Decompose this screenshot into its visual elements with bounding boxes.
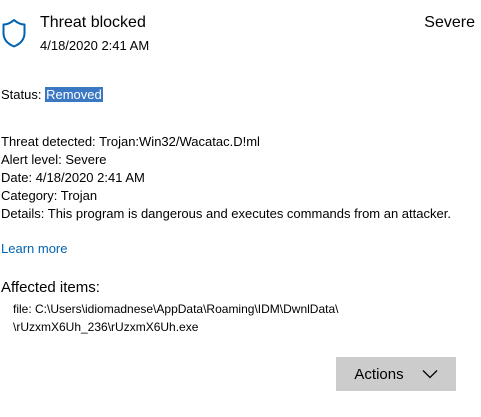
status-value[interactable]: Removed xyxy=(45,87,103,102)
alert-level-value: Severe xyxy=(65,152,107,167)
actions-button[interactable]: Actions xyxy=(336,357,456,391)
details-value: This program is dangerous and executes c… xyxy=(47,206,451,221)
threat-detected-row: Threat detected: Trojan:Win32/Wacatac.D!… xyxy=(1,133,451,151)
date-label: Date: xyxy=(1,170,33,185)
status-label: Status: xyxy=(1,87,42,102)
threat-detected-value: Trojan:Win32/Wacatac.D!ml xyxy=(99,134,260,149)
actions-label: Actions xyxy=(354,365,404,383)
alert-level-label: Alert level: xyxy=(1,152,62,167)
threat-detected-label: Threat detected: xyxy=(1,134,96,149)
details-row: Details: This program is dangerous and e… xyxy=(1,205,451,223)
shield-icon xyxy=(2,18,26,48)
threat-timestamp: 4/18/2020 2:41 AM xyxy=(40,38,150,53)
category-label: Category: xyxy=(1,188,58,203)
status-row: Status: Removed xyxy=(1,86,103,103)
details-label: Details: xyxy=(1,206,45,221)
affected-items-title: Affected items: xyxy=(1,279,100,296)
chevron-down-icon xyxy=(422,366,438,383)
threat-detail-panel: Threat blocked Severe 4/18/2020 2:41 AM … xyxy=(0,0,481,417)
affected-item-path-line2: \rUzxmX6Uh_236\rUzxmX6Uh.exe xyxy=(13,320,199,334)
affected-items-list: file: C:\Users\idiomadnese\AppData\Roami… xyxy=(13,300,449,340)
severity-label: Severe xyxy=(424,14,475,31)
learn-more-link[interactable]: Learn more xyxy=(1,240,67,258)
date-value: 4/18/2020 2:41 AM xyxy=(35,170,145,185)
affected-item-path-line1: file: C:\Users\idiomadnese\AppData\Roami… xyxy=(13,302,339,316)
category-row: Category: Trojan xyxy=(1,187,451,205)
alert-level-row: Alert level: Severe xyxy=(1,151,451,169)
category-value: Trojan xyxy=(60,188,98,203)
threat-details: Threat detected: Trojan:Win32/Wacatac.D!… xyxy=(1,133,451,223)
date-row: Date: 4/18/2020 2:41 AM xyxy=(1,169,451,187)
threat-title: Threat blocked xyxy=(40,14,146,31)
